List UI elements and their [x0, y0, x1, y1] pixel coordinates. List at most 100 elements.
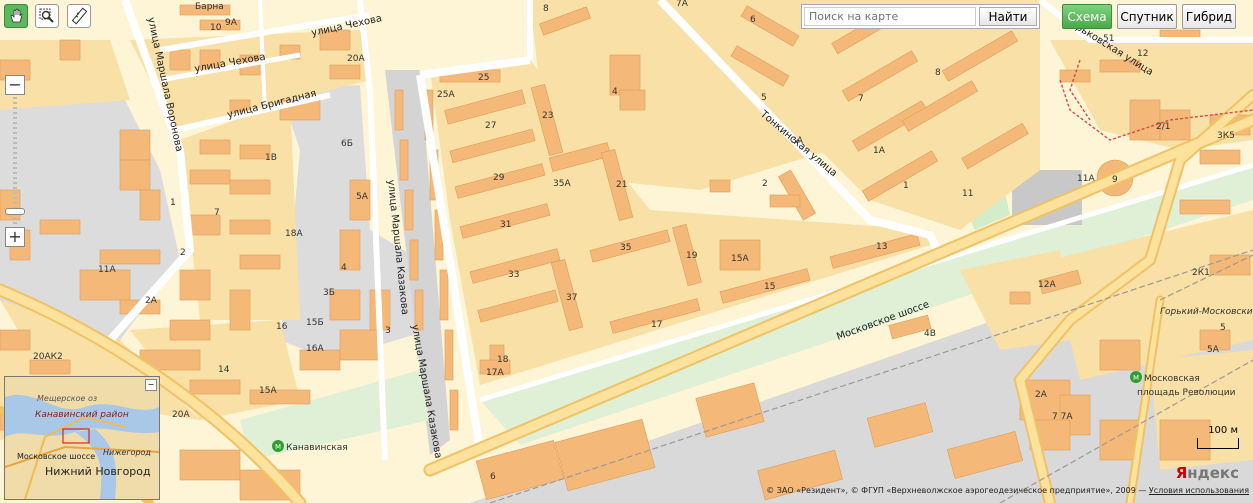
minimap-place3: Мещерское оз [37, 394, 97, 403]
svg-text:27: 27 [485, 121, 496, 131]
svg-text:11: 11 [962, 189, 973, 199]
metro-icon: M [1133, 374, 1139, 382]
minimap-canvas: Мещерское оз Канавинский район Московско… [5, 377, 159, 499]
ruler-icon [71, 7, 88, 25]
svg-text:4: 4 [612, 87, 618, 97]
svg-text:7: 7 [858, 94, 864, 104]
svg-text:11А: 11А [98, 265, 116, 275]
svg-text:15Б: 15Б [306, 318, 324, 328]
svg-text:25А: 25А [437, 90, 455, 100]
hand-tool-button[interactable] [4, 4, 28, 28]
svg-text:3А: 3А [791, 136, 804, 146]
map-type-satellite[interactable]: Спутник [1117, 4, 1177, 29]
svg-text:4В: 4В [924, 329, 936, 339]
zoom-slider[interactable] [5, 97, 25, 225]
copyright-text: © ЗАО «Резидент», © ФГУП «Верхневолжское… [766, 486, 1149, 495]
svg-text:5: 5 [1220, 323, 1226, 333]
svg-text:10: 10 [210, 23, 222, 33]
svg-text:1: 1 [903, 181, 909, 191]
terms-link[interactable]: Условия использования [1149, 486, 1249, 495]
svg-text:3К5: 3К5 [1217, 131, 1235, 141]
metro-icon: M [275, 443, 281, 451]
minimap-close-icon[interactable]: − [145, 379, 157, 391]
svg-text:14: 14 [218, 365, 230, 375]
metro-moskovskaya-label: Московская [1144, 374, 1200, 384]
svg-text:20А: 20А [172, 410, 190, 420]
search-input[interactable] [804, 7, 976, 26]
svg-text:2К1: 2К1 [1192, 268, 1210, 278]
zoom-slider-thumb[interactable] [5, 208, 25, 215]
svg-text:3: 3 [385, 326, 391, 336]
svg-text:19: 19 [686, 251, 698, 261]
svg-text:2А: 2А [145, 296, 158, 306]
svg-text:9А: 9А [225, 18, 238, 28]
svg-text:15: 15 [764, 282, 775, 292]
svg-text:11А: 11А [1077, 174, 1095, 184]
zoom-in-button[interactable]: + [5, 227, 25, 247]
svg-text:16А: 16А [306, 344, 324, 354]
rail-gorky-moskovsky: Горький-Московский [1160, 307, 1253, 317]
svg-text:23: 23 [542, 111, 553, 121]
svg-text:5А: 5А [1207, 345, 1220, 355]
svg-text:35А: 35А [553, 179, 571, 189]
zoom-out-button[interactable]: − [5, 75, 25, 95]
scale-label: 100 м [1208, 425, 1238, 436]
svg-text:12А: 12А [1038, 280, 1056, 290]
svg-text:8: 8 [543, 4, 549, 14]
svg-text:15А: 15А [731, 254, 749, 264]
svg-text:21: 21 [616, 180, 627, 190]
hand-icon [10, 8, 23, 23]
svg-text:15А: 15А [259, 386, 277, 396]
svg-text:33: 33 [508, 270, 519, 280]
svg-text:7 7А: 7 7А [1052, 412, 1073, 422]
svg-text:25: 25 [478, 73, 489, 83]
svg-text:18: 18 [497, 355, 509, 365]
minimap-place2: Нижегород [103, 448, 151, 457]
logo-letter: Я [1175, 464, 1188, 482]
svg-text:9: 9 [1112, 175, 1118, 185]
ruler-tool-button[interactable] [67, 4, 91, 28]
svg-text:17: 17 [651, 320, 662, 330]
yandex-logo: Яндекс [1176, 464, 1239, 482]
svg-text:16: 16 [276, 322, 288, 332]
svg-text:17А: 17А [486, 368, 504, 378]
search-box: Найти [801, 4, 1040, 29]
svg-text:37: 37 [566, 293, 577, 303]
svg-text:1: 1 [170, 198, 176, 208]
logo-rest: ндекс [1187, 464, 1239, 482]
minimap-district: Канавинский район [35, 410, 129, 420]
svg-text:6Б: 6Б [341, 139, 353, 149]
svg-text:1А: 1А [873, 146, 886, 156]
svg-text:6: 6 [750, 15, 756, 25]
svg-text:7: 7 [214, 208, 220, 218]
zoom-tool-button[interactable] [35, 4, 59, 28]
overview-minimap[interactable]: Мещерское оз Канавинский район Московско… [4, 376, 160, 500]
svg-text:2: 2 [180, 248, 186, 258]
street-barnaya: Барна [195, 2, 224, 12]
svg-text:18А: 18А [285, 229, 303, 239]
map-type-hybrid[interactable]: Гибрид [1182, 4, 1236, 29]
minimap-road: Московское шоссе [17, 452, 95, 461]
svg-text:13: 13 [876, 242, 887, 252]
svg-text:2А: 2А [1035, 390, 1048, 400]
search-button[interactable]: Найти [979, 7, 1037, 26]
map-type-schema[interactable]: Схема [1062, 4, 1112, 29]
svg-text:20А: 20А [347, 54, 365, 64]
svg-text:2: 2 [762, 179, 768, 189]
svg-text:12: 12 [1137, 49, 1148, 59]
svg-text:5: 5 [761, 93, 767, 103]
metro-kanavinskaya-label: Канавинская [286, 443, 348, 453]
svg-text:29: 29 [493, 173, 505, 183]
svg-text:20АК2: 20АК2 [33, 352, 63, 362]
zoom-track [13, 97, 17, 225]
svg-text:8: 8 [935, 68, 941, 78]
svg-text:3Б: 3Б [323, 288, 335, 298]
place-ploshchad: площадь Революции [1137, 388, 1236, 398]
svg-text:2/1: 2/1 [1156, 122, 1170, 132]
svg-text:35: 35 [620, 243, 631, 253]
copyright: © ЗАО «Резидент», © ФГУП «Верхневолжское… [766, 486, 1249, 495]
svg-text:4: 4 [341, 263, 347, 273]
magnifier-icon [39, 8, 54, 23]
map-canvas[interactable]: улица Маршала Воронова улица Чехова улиц… [0, 0, 1253, 503]
svg-text:5А: 5А [356, 192, 369, 202]
